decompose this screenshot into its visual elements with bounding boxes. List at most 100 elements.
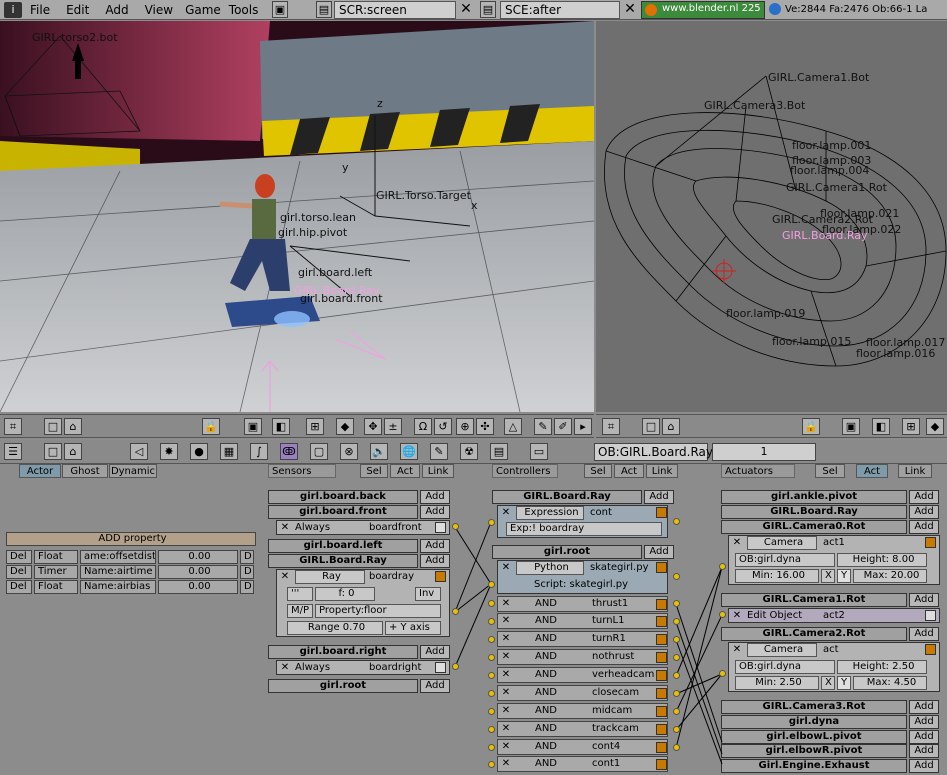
controller-name[interactable]: cont4	[580, 741, 652, 754]
delete-controller-icon[interactable]: ✕	[500, 507, 512, 519]
controller-input-dot[interactable]	[488, 654, 495, 661]
property-type-select[interactable]: Float	[34, 580, 78, 594]
controller-type[interactable]: AND	[516, 633, 576, 646]
script-buttons-icon[interactable]: ▤	[490, 443, 508, 460]
controller-output-dot[interactable]	[673, 600, 680, 607]
camera-height-field[interactable]: Height: 8.00	[837, 553, 927, 567]
controller-type[interactable]: AND	[516, 598, 576, 611]
screen-close-icon[interactable]: ✕	[458, 1, 474, 18]
controller-name[interactable]: cont1	[580, 758, 652, 771]
layer-icon[interactable]: ⊞	[306, 418, 324, 435]
delete-controller-icon[interactable]: ✕	[500, 669, 512, 681]
scene-selector[interactable]: SCE:after	[500, 1, 620, 19]
sensor-output-dot[interactable]	[452, 608, 459, 615]
controller-input-dot[interactable]	[488, 744, 495, 751]
controller-name[interactable]: skategirl.py	[590, 561, 649, 575]
material-buttons-icon[interactable]: ●	[190, 443, 208, 460]
sculpt-icon[interactable]: △	[504, 418, 522, 435]
actuator-object-ankle[interactable]: girl.ankle.pivot	[721, 490, 907, 504]
controller-name[interactable]: closecam	[580, 687, 652, 700]
controller-type[interactable]: AND	[516, 705, 576, 718]
screen-selector[interactable]: SCR:screen	[334, 1, 456, 19]
sound-buttons-icon[interactable]: 🔊	[370, 443, 388, 460]
draw-mode-icon[interactable]: ◧	[272, 418, 290, 435]
property-name-field[interactable]: Name:airbias	[80, 580, 156, 594]
camera-axis-x-toggle[interactable]: X	[821, 569, 835, 583]
controller-dropdown-icon[interactable]	[656, 706, 667, 717]
script-field[interactable]: Script: skategirl.py	[534, 578, 628, 592]
controller-input-dot[interactable]	[488, 636, 495, 643]
lock-icon[interactable]: 🔒	[202, 418, 220, 435]
delete-controller-icon[interactable]: ✕	[500, 633, 512, 645]
property-value-field[interactable]: 0.00	[158, 550, 238, 564]
scene-menu-icon[interactable]: ▤	[480, 1, 496, 18]
logic-home-icon[interactable]: ⌂	[64, 443, 82, 460]
axis-select[interactable]: + Y axis	[385, 621, 441, 635]
add-sensor-button[interactable]: Add	[420, 490, 450, 504]
add-controller-button[interactable]: Add	[644, 490, 674, 504]
view-icon[interactable]: ▣	[244, 418, 262, 435]
property-value-field[interactable]: 0.00	[158, 565, 238, 579]
controller-dropdown-icon[interactable]	[656, 688, 667, 699]
sensors-link-toggle[interactable]: Link	[422, 464, 454, 478]
sensor-name[interactable]: boardfront	[369, 521, 422, 535]
property-name-field[interactable]: Name:airtime	[80, 565, 156, 579]
actuator-input-dot[interactable]	[719, 670, 726, 677]
add-actuator-button[interactable]: Add	[909, 730, 939, 744]
property-type-select[interactable]: Timer	[34, 565, 78, 579]
controller-dropdown-icon[interactable]	[656, 670, 667, 681]
delete-actuator-icon[interactable]: ✕	[731, 644, 743, 656]
actuator-object-elbowl[interactable]: girl.elbowL.pivot	[721, 730, 907, 744]
camera-min-field[interactable]: Min: 16.00	[735, 569, 819, 583]
controller-output-dot[interactable]	[673, 708, 680, 715]
controller-object-board-ray[interactable]: GIRL.Board.Ray	[492, 490, 642, 504]
select-icon-right[interactable]: ◆	[926, 418, 944, 435]
screen-menu-icon[interactable]: ▤	[316, 1, 332, 18]
add-actuator-button[interactable]: Add	[909, 593, 939, 607]
menu-view[interactable]: View	[137, 3, 181, 17]
sensor-output-dot[interactable]	[452, 523, 459, 530]
delete-sensor-icon[interactable]: ✕	[279, 522, 291, 534]
delete-controller-icon[interactable]: ✕	[500, 615, 512, 627]
add-actuator-button[interactable]: Add	[909, 505, 939, 519]
home-icon[interactable]: ⌂	[64, 418, 82, 435]
paint-icon[interactable]: ✎	[534, 418, 552, 435]
logic-window-type-icon[interactable]: ☰	[4, 443, 22, 460]
actuator-input-dot[interactable]	[719, 611, 726, 618]
dynamic-toggle[interactable]: Dynamic	[109, 464, 157, 478]
delete-controller-icon[interactable]: ✕	[500, 741, 512, 753]
actuator-type-select[interactable]: Camera	[747, 536, 817, 550]
actuator-object-girl-dyna[interactable]: girl.dyna	[721, 715, 907, 729]
actuator-object-camera2[interactable]: GIRL.Camera2.Rot	[721, 627, 907, 641]
world-buttons-icon[interactable]: 🌐	[400, 443, 418, 460]
controller-name[interactable]: midcam	[580, 705, 652, 718]
view-buttons-icon[interactable]: ◁	[130, 443, 148, 460]
controller-dropdown-icon[interactable]	[656, 652, 667, 663]
object-girl-board-ray[interactable]: GIRL.Board.Ray	[268, 554, 418, 568]
controller-input-dot[interactable]	[488, 708, 495, 715]
actuator-name[interactable]: act2	[823, 609, 845, 623]
actuator-input-dot[interactable]	[719, 563, 726, 570]
add-sensor-button[interactable]: Add	[420, 679, 450, 693]
controller-name[interactable]: verheadcam	[580, 669, 654, 682]
controller-object-girl-root[interactable]: girl.root	[492, 545, 642, 559]
controller-output-dot[interactable]	[673, 573, 680, 580]
property-debug-toggle[interactable]: D	[240, 565, 254, 579]
window-type-icon-right[interactable]: ⌗	[602, 418, 620, 435]
add-sensor-button[interactable]: Add	[420, 539, 450, 553]
viewport-3d-wireframe[interactable]: GIRL.Camera1.Bot GIRL.Camera3.Bot floor.…	[596, 21, 947, 412]
controller-dropdown-icon[interactable]	[656, 616, 667, 627]
paint-buttons-icon[interactable]: ✎	[430, 443, 448, 460]
delete-controller-icon[interactable]: ✕	[500, 687, 512, 699]
add-actuator-button[interactable]: Add	[909, 715, 939, 729]
delete-controller-icon[interactable]: ✕	[500, 705, 512, 717]
collapse-icon[interactable]	[435, 522, 446, 533]
actuator-object-exhaust[interactable]: Girl.Engine.Exhaust	[721, 759, 907, 773]
actuator-dropdown-icon[interactable]	[925, 537, 936, 548]
controller-dropdown-icon[interactable]	[656, 742, 667, 753]
sensor-type[interactable]: Always	[295, 521, 330, 535]
controller-type-select[interactable]: Expression	[516, 506, 584, 520]
sensor-name[interactable]: boardray	[369, 570, 414, 584]
grab-icon[interactable]: ✥	[364, 418, 382, 435]
delete-property-button[interactable]: Del	[6, 580, 32, 594]
